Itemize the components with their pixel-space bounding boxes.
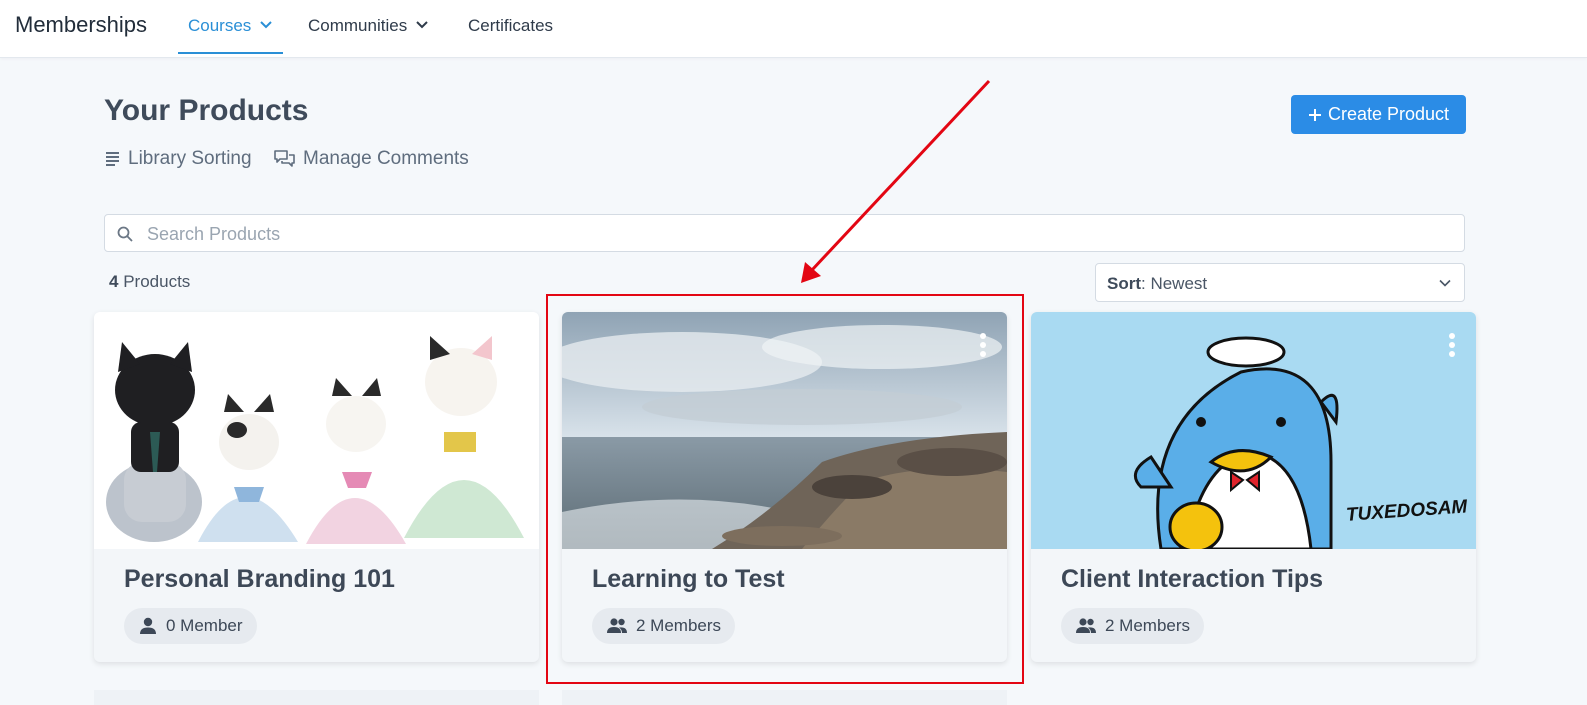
library-sorting-label: Library Sorting bbox=[128, 148, 252, 169]
tab-certificates-label: Certificates bbox=[468, 16, 554, 35]
people-icon bbox=[607, 618, 627, 633]
tuxedosam-logo-text: TUXEDOSAM bbox=[1345, 496, 1469, 525]
member-count-badge: 2 Members bbox=[592, 608, 736, 644]
product-thumbnail bbox=[562, 312, 1007, 549]
tab-communities[interactable]: Communities bbox=[308, 16, 429, 54]
product-card[interactable]: Learning to Test 2 Members bbox=[562, 312, 1007, 662]
sort-key: Sort bbox=[1107, 274, 1141, 293]
search-icon bbox=[117, 226, 133, 242]
member-count-label: 0 Member bbox=[166, 616, 243, 635]
next-row-card-edge bbox=[562, 690, 1007, 705]
manage-comments-label: Manage Comments bbox=[303, 148, 469, 169]
person-icon bbox=[140, 617, 156, 634]
tab-courses[interactable]: Courses bbox=[177, 16, 284, 54]
tab-courses-label: Courses bbox=[188, 16, 252, 35]
product-title[interactable]: Client Interaction Tips bbox=[1061, 565, 1323, 594]
tuxedosam-penguin-image: TUXEDOSAM bbox=[1133, 336, 1469, 549]
library-sorting-link[interactable]: Library Sorting bbox=[106, 148, 252, 170]
create-product-button[interactable]: Create Product bbox=[1291, 95, 1466, 134]
comments-icon bbox=[274, 150, 295, 167]
member-count-badge: 0 Member bbox=[124, 608, 257, 644]
product-card[interactable]: Personal Branding 101 0 Member bbox=[94, 312, 539, 662]
rocky-seashore-image bbox=[562, 312, 1007, 549]
product-thumbnail bbox=[94, 312, 539, 549]
sort-value: Newest bbox=[1150, 274, 1208, 293]
search-input[interactable] bbox=[145, 215, 1449, 253]
people-icon bbox=[1076, 618, 1096, 633]
chevron-down-icon bbox=[260, 21, 273, 29]
list-icon bbox=[106, 152, 119, 166]
plus-icon bbox=[1308, 108, 1321, 121]
more-options-icon[interactable] bbox=[1448, 332, 1456, 358]
product-card[interactable]: TUXEDOSAM Client Interaction Tips 2 Memb… bbox=[1031, 312, 1476, 662]
sort-select[interactable]: Sort: Newest bbox=[1095, 263, 1465, 302]
product-count: 4 Products bbox=[109, 272, 190, 292]
toy-cat-family-image bbox=[106, 336, 524, 544]
chevron-down-icon bbox=[416, 21, 428, 29]
member-count-badge: 2 Members bbox=[1061, 608, 1205, 644]
create-product-label: Create Product bbox=[1327, 104, 1450, 124]
tab-communities-label: Communities bbox=[308, 16, 408, 35]
app-title: Memberships bbox=[15, 12, 148, 37]
manage-comments-link[interactable]: Manage Comments bbox=[274, 148, 469, 170]
sort-label: Sort: Newest bbox=[1107, 274, 1208, 293]
product-count-number: 4 bbox=[109, 272, 119, 291]
chevron-down-icon bbox=[1439, 279, 1451, 287]
next-row-card-edge bbox=[94, 690, 539, 705]
top-nav: Memberships Courses Communities Certific… bbox=[0, 0, 1587, 58]
member-count-label: 2 Members bbox=[636, 616, 722, 635]
search-bar bbox=[104, 214, 1465, 253]
page-title: Your Products bbox=[104, 94, 309, 127]
product-title[interactable]: Personal Branding 101 bbox=[124, 565, 395, 594]
product-title[interactable]: Learning to Test bbox=[592, 565, 785, 594]
product-thumbnail: TUXEDOSAM bbox=[1031, 312, 1476, 549]
product-count-label: Products bbox=[123, 272, 191, 291]
tab-certificates[interactable]: Certificates bbox=[468, 16, 553, 54]
more-options-icon[interactable] bbox=[979, 332, 987, 358]
member-count-label: 2 Members bbox=[1105, 616, 1191, 635]
